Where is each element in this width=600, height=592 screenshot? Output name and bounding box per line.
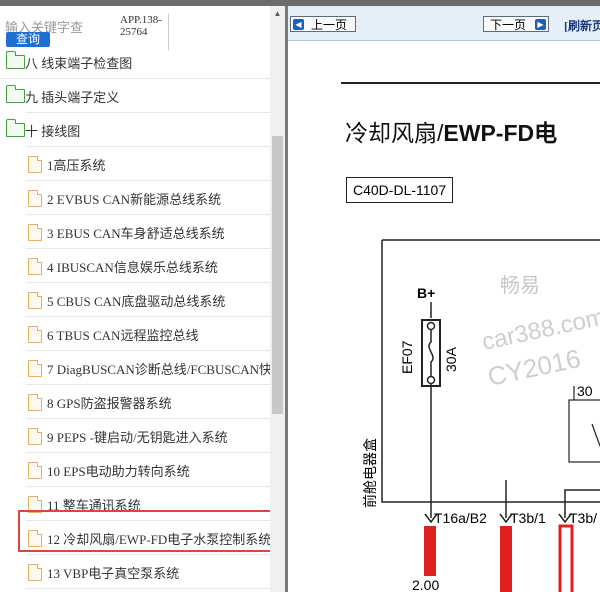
tree-page-item[interactable]: 9 PEPS -键启动/无钥匙进入系统 [0,420,270,453]
tree-folder-item[interactable]: 十 接线图 [0,114,270,147]
row-divider [0,78,270,79]
tree-page-item[interactable]: 6 TBUS CAN远程监控总线 [0,318,270,351]
tree-item-label: 13 VBP电子真空泵系统 [47,566,180,581]
document-icon [28,156,42,173]
row-divider [26,350,270,351]
document-icon [28,394,42,411]
scroll-up-icon[interactable]: ▲ [270,6,285,21]
tree-page-item[interactable]: 5 CBUS CAN底盘驱动总线系统 [0,284,270,317]
fuse-terminal-bottom [426,375,436,385]
red-wire-3 [558,524,574,592]
document-icon [28,292,42,309]
pin-label-1: T16a/B2 [434,510,487,526]
tree-item-label: 3 EBUS CAN车身舒适总线系统 [47,226,225,241]
tree-folder-item[interactable]: 九 插头端子定义 [0,80,270,113]
relay-contact [591,423,600,447]
left-pane: 输入关键字查 查询 APP.138-25764 八 线束端子检查图九 插头端子定… [0,6,285,592]
document-icon [28,190,42,207]
tree-page-item[interactable]: 3 EBUS CAN车身舒适总线系统 [0,216,270,249]
tree-page-item[interactable]: 1高压系统 [0,148,270,181]
tree-item-label: 5 CBUS CAN底盘驱动总线系统 [47,294,226,309]
tree-scrollbar[interactable]: ▲ [270,6,285,592]
document-icon [28,360,42,377]
scroll-thumb[interactable] [272,136,283,414]
tree-page-item[interactable]: 4 IBUSCAN信息娱乐总线系统 [0,250,270,283]
wire-size-label: 2.00 [412,577,439,592]
folder-icon [5,51,25,69]
tree-item-label: 九 插头端子定义 [25,90,120,105]
document-icon [28,224,42,241]
row-divider [26,180,270,181]
folder-icon [5,85,25,103]
row-divider [26,452,270,453]
tree-item-label: 十 接线图 [25,124,81,139]
row-divider [26,248,270,249]
tree-item-label: 2 EVBUS CAN新能源总线系统 [47,192,222,207]
fuse-terminal-top [426,321,436,331]
fuse-rating: 30A [443,346,459,372]
tree-page-item[interactable]: 2 EVBUS CAN新能源总线系统 [0,182,270,215]
tree-item-label: 9 PEPS -键启动/无钥匙进入系统 [47,430,228,445]
pin-label-2: T3b/1 [510,510,546,526]
tree-page-item[interactable]: 8 GPS防盗报警器系统 [0,386,270,419]
tree-item-label: 1高压系统 [47,158,106,173]
row-divider [26,316,270,317]
tree-item-label: 8 GPS防盗报警器系统 [47,396,172,411]
header-divider [168,14,169,50]
tree-item-label: 7 DiagBUSCAN诊断总线/FCBUSCAN快 [47,362,273,377]
tree-item-label: 八 线束端子检查图 [25,56,133,71]
document-icon [28,428,42,445]
watermark-line-2: car388.com [480,303,600,355]
row-divider [26,418,270,419]
red-wire-2 [500,526,512,592]
tree-item-label: 10 EPS电动助力转向系统 [47,464,190,479]
document-icon [28,462,42,479]
document-viewer: ◀ 上一页 下一页 ▶ [刷新页 冷却风扇/EWP-FD电 C40D-DL-11… [288,6,600,592]
pin-30-label: 30 [577,383,593,399]
document-code: APP.138-25764 [120,14,162,38]
row-divider [26,146,270,147]
tree-page-item[interactable]: 7 DiagBUSCAN诊断总线/FCBUSCAN快 [0,352,273,385]
row-divider [26,214,270,215]
selected-item-highlight [18,510,280,552]
row-divider [26,112,270,113]
tree-item-label: 4 IBUSCAN信息娱乐总线系统 [47,260,218,275]
fuse-box-label: 前舱电器盒 [362,438,378,508]
document-icon [28,564,42,581]
tree-item-label: 6 TBUS CAN远程监控总线 [47,328,199,343]
row-divider [26,588,270,589]
row-divider [26,384,270,385]
document-icon [28,258,42,275]
tree-page-item[interactable]: 13 VBP电子真空泵系统 [0,556,270,589]
folder-icon [5,119,25,137]
row-divider [26,554,270,555]
tree-folder-item[interactable]: 八 线束端子检查图 [0,46,270,79]
fuse-id: EF07 [399,340,415,374]
red-wire-1 [424,526,436,576]
watermark-line-1: 畅易 [500,273,540,297]
row-divider [26,282,270,283]
supply-label: B+ [417,285,435,301]
document-icon [28,326,42,343]
search-button[interactable]: 查询 [6,32,50,47]
wiring-diagram: 30 B+ EF07 30A 前舱电器盒 T16a/B2 T3b/1 T3b/ … [362,239,600,592]
tree-page-item[interactable]: 10 EPS电动助力转向系统 [0,454,270,487]
pin-label-3: T3b/ [569,510,597,526]
relay-box [568,399,600,463]
row-divider [26,486,270,487]
